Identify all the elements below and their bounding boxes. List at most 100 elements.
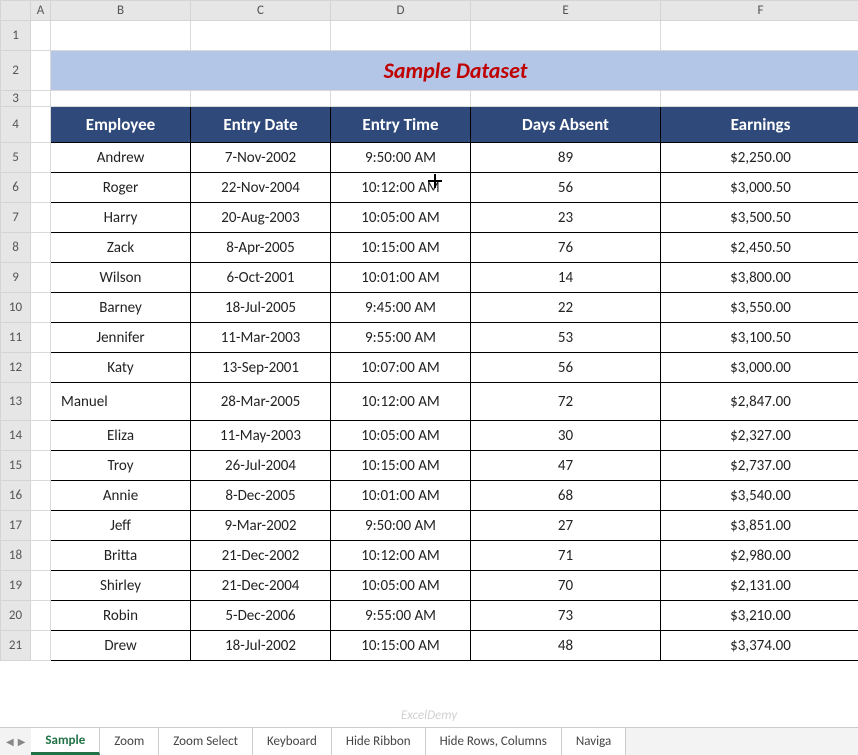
table-cell[interactable]: 68 — [471, 481, 661, 511]
table-cell[interactable]: 20-Aug-2003 — [191, 203, 331, 233]
sheet-title[interactable]: Sample Dataset — [51, 51, 858, 91]
cell[interactable] — [31, 21, 51, 51]
table-cell[interactable]: 9:50:00 AM — [331, 143, 471, 173]
table-cell[interactable]: 56 — [471, 173, 661, 203]
tab-nav-controls[interactable]: ◀ ▶ — [0, 728, 31, 755]
table-cell[interactable]: 10:05:00 AM — [331, 421, 471, 451]
cell[interactable] — [31, 173, 51, 203]
row-header-15[interactable]: 15 — [1, 451, 31, 481]
table-cell[interactable]: 48 — [471, 631, 661, 661]
table-cell[interactable]: 23 — [471, 203, 661, 233]
table-cell[interactable]: Jeff — [51, 511, 191, 541]
sheet-tab[interactable]: Zoom — [100, 728, 159, 755]
table-cell[interactable]: 9:50:00 AM — [331, 511, 471, 541]
table-cell[interactable]: Eliza — [51, 421, 191, 451]
tab-nav-next-icon[interactable]: ▶ — [18, 735, 26, 748]
cell[interactable] — [31, 143, 51, 173]
row-header-5[interactable]: 5 — [1, 143, 31, 173]
cell[interactable] — [31, 293, 51, 323]
cell[interactable] — [191, 21, 331, 51]
row-header-7[interactable]: 7 — [1, 203, 31, 233]
table-cell[interactable]: 76 — [471, 233, 661, 263]
table-cell[interactable]: 6-Oct-2001 — [191, 263, 331, 293]
table-cell[interactable]: Barney — [51, 293, 191, 323]
table-cell[interactable]: Jennifer — [51, 323, 191, 353]
column-header-B[interactable]: B — [51, 1, 191, 21]
cell[interactable] — [31, 571, 51, 601]
column-header-E[interactable]: E — [471, 1, 661, 21]
sheet-tab[interactable]: Hide Rows, Columns — [426, 728, 562, 755]
table-cell[interactable]: Britta — [51, 541, 191, 571]
table-cell[interactable]: 7-Nov-2002 — [191, 143, 331, 173]
table-cell[interactable]: Katy — [51, 353, 191, 383]
cell[interactable] — [51, 21, 191, 51]
cell[interactable] — [31, 203, 51, 233]
table-cell[interactable]: 22-Nov-2004 — [191, 173, 331, 203]
column-header-D[interactable]: D — [331, 1, 471, 21]
table-cell[interactable]: 11-May-2003 — [191, 421, 331, 451]
table-cell[interactable]: 10:15:00 AM — [331, 233, 471, 263]
table-cell[interactable]: Drew — [51, 631, 191, 661]
table-cell[interactable]: Shirley — [51, 571, 191, 601]
table-header[interactable]: Days Absent — [471, 107, 661, 143]
cell[interactable] — [31, 601, 51, 631]
column-header-C[interactable]: C — [191, 1, 331, 21]
table-cell[interactable]: $3,100.50 — [661, 323, 858, 353]
row-header-8[interactable]: 8 — [1, 233, 31, 263]
table-cell[interactable]: Roger — [51, 173, 191, 203]
table-cell[interactable]: 8-Dec-2005 — [191, 481, 331, 511]
table-cell[interactable]: $2,131.00 — [661, 571, 858, 601]
sheet-tab[interactable]: Keyboard — [253, 728, 332, 755]
row-header-16[interactable]: 16 — [1, 481, 31, 511]
row-header-17[interactable]: 17 — [1, 511, 31, 541]
cell[interactable] — [31, 353, 51, 383]
table-cell[interactable]: $2,980.00 — [661, 541, 858, 571]
table-cell[interactable]: 72 — [471, 383, 661, 421]
row-header-14[interactable]: 14 — [1, 421, 31, 451]
table-cell[interactable]: 9:55:00 AM — [331, 323, 471, 353]
cell[interactable] — [31, 51, 51, 91]
row-header-21[interactable]: 21 — [1, 631, 31, 661]
row-header-18[interactable]: 18 — [1, 541, 31, 571]
table-cell[interactable]: 18-Jul-2005 — [191, 293, 331, 323]
table-cell[interactable]: $2,737.00 — [661, 451, 858, 481]
table-cell[interactable]: $3,500.50 — [661, 203, 858, 233]
sheet-tab[interactable]: Sample — [31, 728, 100, 755]
table-cell[interactable]: 70 — [471, 571, 661, 601]
table-cell[interactable]: Zack — [51, 233, 191, 263]
row-header-1[interactable]: 1 — [1, 21, 31, 51]
table-cell[interactable]: $3,000.00 — [661, 353, 858, 383]
table-cell[interactable]: 10:12:00 AM — [331, 383, 471, 421]
table-cell[interactable]: $2,327.00 — [661, 421, 858, 451]
cell[interactable] — [31, 91, 51, 107]
table-cell[interactable]: $3,210.00 — [661, 601, 858, 631]
table-cell[interactable]: 10:15:00 AM — [331, 631, 471, 661]
table-cell[interactable]: Troy — [51, 451, 191, 481]
row-header-20[interactable]: 20 — [1, 601, 31, 631]
cell[interactable] — [331, 91, 471, 107]
cell[interactable] — [31, 107, 51, 143]
table-cell[interactable]: Manuel — [51, 383, 191, 421]
table-cell[interactable]: $2,250.00 — [661, 143, 858, 173]
cell[interactable] — [661, 21, 858, 51]
sheet-tab[interactable]: Hide Ribbon — [332, 728, 426, 755]
table-cell[interactable]: 21-Dec-2002 — [191, 541, 331, 571]
sheet-tab[interactable]: Naviga — [562, 728, 626, 755]
table-cell[interactable]: 71 — [471, 541, 661, 571]
table-cell[interactable]: $2,450.50 — [661, 233, 858, 263]
table-cell[interactable]: 9:45:00 AM — [331, 293, 471, 323]
table-cell[interactable]: 10:01:00 AM — [331, 481, 471, 511]
table-header[interactable]: Earnings — [661, 107, 858, 143]
table-cell[interactable]: 18-Jul-2002 — [191, 631, 331, 661]
table-cell[interactable]: $2,847.00 — [661, 383, 858, 421]
table-cell[interactable]: Wilson — [51, 263, 191, 293]
cell[interactable] — [471, 21, 661, 51]
cell[interactable] — [31, 511, 51, 541]
table-cell[interactable]: 89 — [471, 143, 661, 173]
cell[interactable] — [661, 91, 858, 107]
row-header-9[interactable]: 9 — [1, 263, 31, 293]
table-cell[interactable]: 21-Dec-2004 — [191, 571, 331, 601]
table-cell[interactable]: 13-Sep-2001 — [191, 353, 331, 383]
cell[interactable] — [31, 541, 51, 571]
table-header[interactable]: Entry Time — [331, 107, 471, 143]
